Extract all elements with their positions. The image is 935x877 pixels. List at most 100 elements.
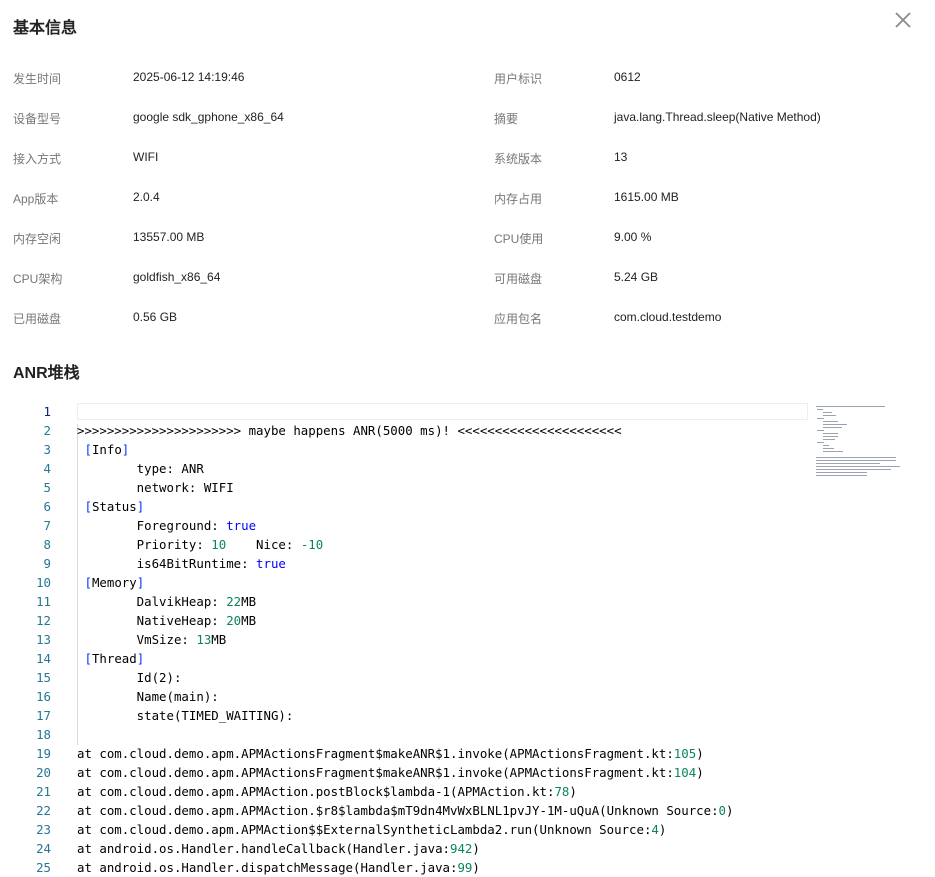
code-text: network: WIFI	[77, 480, 234, 495]
info-label: 用户标识	[494, 72, 543, 86]
info-label: 摘要	[494, 112, 519, 126]
info-row: 接入方式 WIFI 系统版本 13	[0, 150, 935, 170]
code-line: 6 [Status]	[0, 497, 935, 516]
minimap-line	[823, 433, 839, 434]
line-number: 5	[43, 480, 51, 495]
line-number: 10	[36, 575, 51, 590]
line-number: 21	[36, 784, 51, 799]
code-text: Priority: 10 Nice: -10	[77, 537, 324, 552]
info-row: 已用磁盘 0.56 GB 应用包名 com.cloud.testdemo	[0, 310, 935, 330]
minimap-line	[823, 427, 843, 428]
code-text: VmSize: 13MB	[77, 632, 227, 647]
line-number: 3	[43, 442, 51, 457]
info-label: 发生时间	[13, 72, 62, 86]
info-label: App版本	[13, 192, 59, 206]
code-line: 1	[0, 402, 935, 421]
info-value: 13557.00 MB	[133, 230, 205, 244]
code-line: 12 NativeHeap: 20MB	[0, 611, 935, 630]
code-line: 4 type: ANR	[0, 459, 935, 478]
info-label: 可用磁盘	[494, 272, 543, 286]
code-text: [Thread]	[84, 651, 145, 666]
minimap-line	[823, 415, 836, 416]
info-value: 2.0.4	[133, 190, 160, 204]
info-value: 0.56 GB	[133, 310, 178, 324]
code-text: DalvikHeap: 22MB	[77, 594, 257, 609]
code-line: 9 is64BitRuntime: true	[0, 554, 935, 573]
minimap-line	[816, 406, 886, 407]
code-line: 20 at com.cloud.demo.apm.APMActionsFragme…	[0, 763, 935, 782]
code-text: at com.cloud.demo.apm.APMActionsFragment…	[77, 765, 704, 780]
code-text: [Status]	[84, 499, 145, 514]
minimap-line	[823, 436, 839, 437]
code-line: 14 [Thread]	[0, 649, 935, 668]
code-text: at android.os.Handler.handleCallback(Han…	[77, 841, 480, 856]
code-text: at com.cloud.demo.apm.APMAction.postBloc…	[77, 784, 577, 799]
minimap-line	[816, 466, 900, 467]
minimap-line	[816, 418, 825, 419]
code-line: 25 at android.os.Handler.dispatchMessage(…	[0, 858, 935, 877]
info-label: 已用磁盘	[13, 312, 62, 326]
info-row: 内存空闲 13557.00 MB CPU使用 9.00 %	[0, 230, 935, 250]
code-line: 18	[0, 725, 935, 744]
info-value: 0612	[614, 70, 641, 84]
code-line: 3 [Info]	[0, 440, 935, 459]
code-line: 16 Name(main):	[0, 687, 935, 706]
info-value: google sdk_gphone_x86_64	[133, 110, 284, 124]
minimap-line	[816, 475, 868, 476]
line-number: 13	[36, 632, 51, 647]
minimap-line	[816, 469, 892, 470]
code-text: Id(2):	[77, 670, 182, 685]
code-text: Name(main):	[77, 689, 219, 704]
minimap-line	[823, 448, 834, 449]
info-label: 设备型号	[13, 112, 62, 126]
code-minimap[interactable]	[812, 400, 908, 480]
code-text: type: ANR	[77, 461, 204, 476]
info-value: 13	[614, 150, 628, 164]
minimap-line	[823, 421, 839, 422]
info-label: 系统版本	[494, 152, 543, 166]
code-line: 21 at com.cloud.demo.apm.APMAction.postBl…	[0, 782, 935, 801]
line-number: 6	[43, 499, 51, 514]
line-number: 11	[36, 594, 51, 609]
info-row: 发生时间 2025-06-12 14:19:46 用户标识 0612	[0, 70, 935, 90]
line-number: 19	[36, 746, 51, 761]
line-number: 22	[36, 803, 51, 818]
code-text: NativeHeap: 20MB	[77, 613, 257, 628]
info-value: goldfish_x86_64	[133, 270, 221, 284]
close-button[interactable]	[893, 10, 913, 30]
info-label: CPU架构	[13, 272, 63, 286]
info-value: com.cloud.testdemo	[614, 310, 722, 324]
info-row: CPU架构 goldfish_x86_64 可用磁盘 5.24 GB	[0, 270, 935, 290]
line-number: 14	[36, 651, 51, 666]
stack-code-editor[interactable]: 1 2 >>>>>>>>>>>>>>>>>>>>>> maybe happens A…	[0, 400, 935, 877]
minimap-line	[823, 424, 847, 425]
code-text: [Memory]	[84, 575, 145, 590]
code-text: at com.cloud.demo.apm.APMActionsFragment…	[77, 746, 704, 761]
code-text: [Info]	[84, 442, 130, 457]
code-text: at com.cloud.demo.apm.APMAction$$Externa…	[77, 822, 667, 837]
minimap-line	[816, 472, 868, 473]
minimap-line	[816, 463, 880, 464]
line-number: 17	[36, 708, 51, 723]
minimap-line	[816, 430, 825, 431]
info-label: 应用包名	[494, 312, 543, 326]
minimap-line	[823, 445, 829, 446]
line-number: 24	[36, 841, 51, 856]
line-number: 7	[43, 518, 51, 533]
info-value: 5.24 GB	[614, 270, 659, 284]
close-icon[interactable]	[893, 10, 913, 30]
code-line: 13 VmSize: 13MB	[0, 630, 935, 649]
info-label: CPU使用	[494, 232, 544, 246]
line-number: 12	[36, 613, 51, 628]
minimap-line	[823, 451, 844, 452]
line-number: 16	[36, 689, 51, 704]
info-value: WIFI	[133, 150, 159, 164]
info-value: 1615.00 MB	[614, 190, 679, 204]
code-line: 15 Id(2):	[0, 668, 935, 687]
code-line: 17 state(TIMED_WAITING):	[0, 706, 935, 725]
minimap-line	[816, 460, 896, 461]
code-text: Foreground: true	[77, 518, 257, 533]
code-line: 5 network: WIFI	[0, 478, 935, 497]
code-text: at android.os.Handler.dispatchMessage(Ha…	[77, 860, 480, 875]
code-line: 2 >>>>>>>>>>>>>>>>>>>>>> maybe happens AN…	[0, 421, 935, 440]
